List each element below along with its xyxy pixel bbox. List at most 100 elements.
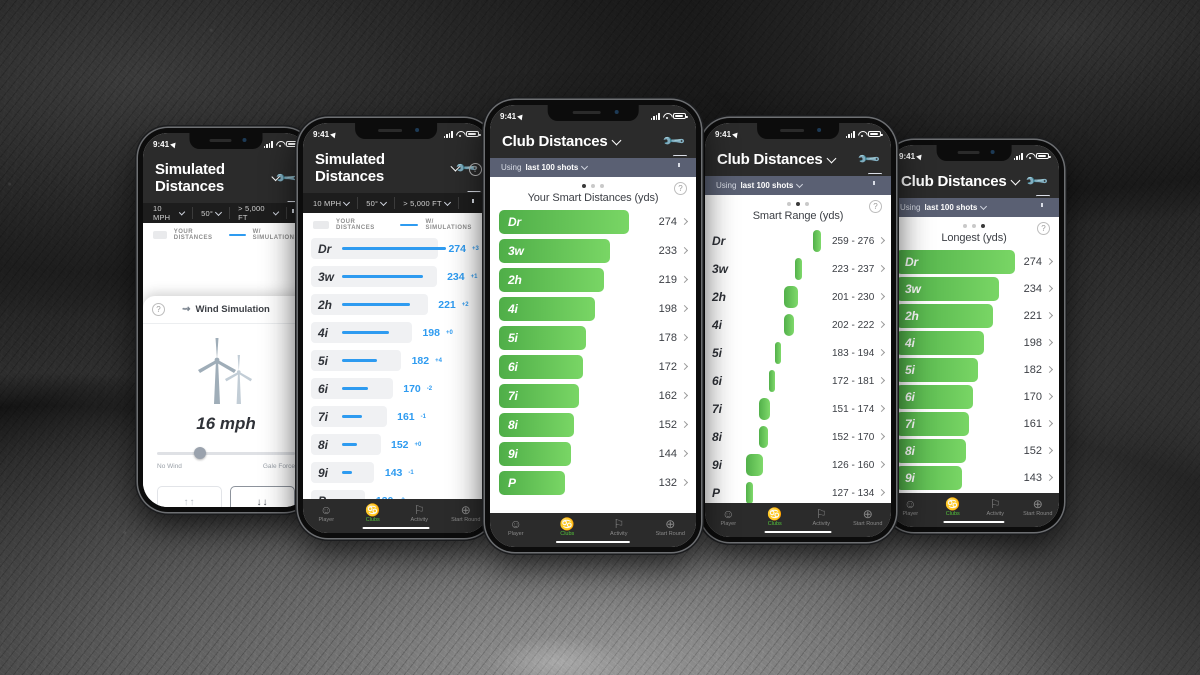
against-the-wind-button[interactable]: ↓↓ Against The Wind <box>230 486 295 507</box>
simulated-distance-row[interactable]: 2h 221 +2 <box>311 292 481 317</box>
smart-range-row[interactable]: 9i 126 - 160 <box>712 452 886 478</box>
chip-wind-speed[interactable]: 10 MPH <box>311 197 359 209</box>
chip-temperature[interactable]: 50° <box>358 197 396 209</box>
wind-speed-slider[interactable] <box>157 447 295 459</box>
page-dots[interactable]: ? <box>889 217 1059 235</box>
simulated-distance-row[interactable]: 7i 161 -1 <box>311 404 481 429</box>
filter-button[interactable] <box>467 199 481 208</box>
simulated-distance-row[interactable]: 3w 234 +1 <box>311 264 481 289</box>
club-distance-row[interactable]: 9i 144 <box>499 442 689 466</box>
tab-start-round[interactable]: ⊕ Start Round <box>443 504 490 523</box>
smart-range-row[interactable]: 7i 151 - 174 <box>712 396 886 422</box>
help-icon[interactable]: ? <box>152 303 165 316</box>
club-distance-row[interactable]: 3w 234 <box>896 277 1054 301</box>
smart-range-row[interactable]: 3w 223 - 237 <box>712 256 886 282</box>
smart-range-row[interactable]: 5i 183 - 194 <box>712 340 886 366</box>
simulated-distance-row[interactable]: Dr 274 +3 <box>311 236 481 261</box>
tab-clubs[interactable]: ♋ Clubs <box>932 498 975 517</box>
tab-activity[interactable]: ⚐ Activity <box>974 498 1017 517</box>
club-distance-row[interactable]: 5i 178 <box>499 326 689 350</box>
tab-bar: ☺ Player ♋ Clubs ⚐ Activity ⊕ Start Round <box>705 503 891 537</box>
smart-range-row[interactable]: 6i 172 - 181 <box>712 368 886 394</box>
tab-start-round[interactable]: ⊕ Start Round <box>645 518 697 537</box>
shots-filter-dropdown[interactable]: Using last 100 shots <box>900 202 988 212</box>
chip-wind-speed[interactable]: 10 MPH <box>151 204 194 222</box>
smart-range-row[interactable]: 8i 152 - 170 <box>712 424 886 450</box>
simulated-distance-row[interactable]: 9i 143 -1 <box>311 460 481 485</box>
plus-circle-icon: ⊕ <box>1032 497 1043 511</box>
tab-start-round[interactable]: ⊕ Start Round <box>1017 498 1060 517</box>
page-title: Longest (yds) <box>941 232 1007 244</box>
club-label: 8i <box>508 418 518 432</box>
page-dots[interactable]: ? <box>490 177 696 195</box>
club-distance-row[interactable]: Dr 274 <box>499 210 689 234</box>
club-distance-row[interactable]: 7i 161 <box>896 412 1054 436</box>
club-distance-row[interactable]: 2h 221 <box>896 304 1054 328</box>
club-distance-row[interactable]: 6i 170 <box>896 385 1054 409</box>
page-dots[interactable]: ? <box>705 195 891 213</box>
tab-player[interactable]: ☺ Player <box>705 508 752 527</box>
club-label: 3w <box>712 262 729 276</box>
club-distance-row[interactable]: 7i 162 <box>499 384 689 408</box>
club-label: 2h <box>712 290 727 304</box>
wrench-icon[interactable]: 🔧 <box>857 147 882 172</box>
club-distance-row[interactable]: 2h 219 <box>499 268 689 292</box>
simulated-distance-row[interactable]: 8i 152 +0 <box>311 432 481 457</box>
tab-player[interactable]: ☺ Player <box>490 518 542 537</box>
tab-player[interactable]: ☺ Player <box>303 504 350 523</box>
shots-filter-dropdown[interactable]: Using last 100 shots <box>501 162 589 172</box>
club-distance-row[interactable]: Dr 274 <box>896 250 1054 274</box>
club-distance-row[interactable]: 6i 172 <box>499 355 689 379</box>
with-the-wind-button[interactable]: ↑↑ With The Wind <box>157 486 222 507</box>
tab-activity[interactable]: ⚐ Activity <box>798 508 845 527</box>
club-distance-row[interactable]: 8i 152 <box>896 439 1054 463</box>
club-distance-row[interactable]: 5i 182 <box>896 358 1054 382</box>
tab-activity[interactable]: ⚐ Activity <box>396 504 443 523</box>
simulated-distance-row[interactable]: 5i 182 +4 <box>311 348 481 373</box>
filter-button[interactable] <box>868 181 880 190</box>
tab-start-round[interactable]: ⊕ Start Round <box>845 508 892 527</box>
tab-activity[interactable]: ⚐ Activity <box>593 518 645 537</box>
club-label: 2h <box>318 297 333 312</box>
club-distance-row[interactable]: 8i 152 <box>499 413 689 437</box>
club-distance-row[interactable]: 9i 143 <box>896 466 1054 490</box>
tab-clubs[interactable]: ♋ Clubs <box>542 518 594 537</box>
club-distance-row[interactable]: 4i 198 <box>499 297 689 321</box>
nav-title-dropdown[interactable]: Club Distances <box>717 151 837 168</box>
help-icon[interactable]: ? <box>1037 222 1050 235</box>
help-icon[interactable]: ? <box>674 182 687 195</box>
chip-altitude[interactable]: > 5,000 FT <box>230 204 287 222</box>
slider-min-label: No Wind <box>157 463 182 470</box>
club-distance-row[interactable]: 3w 233 <box>499 239 689 263</box>
help-icon[interactable]: ? <box>869 200 882 213</box>
content: ? ⇝ Wind Simulation 16 mph No Wind Gale … <box>143 244 309 507</box>
smart-range-row[interactable]: Dr 259 - 276 <box>712 228 886 254</box>
club-distance-row[interactable]: 4i 198 <box>896 331 1054 355</box>
nav-title-dropdown[interactable]: Simulated Distances <box>155 161 280 195</box>
club-distance-row[interactable]: P 132 <box>499 471 689 495</box>
chip-altitude[interactable]: > 5,000 FT <box>395 197 459 209</box>
tab-clubs[interactable]: ♋ Clubs <box>752 508 799 527</box>
range-track <box>738 314 828 336</box>
slider-knob[interactable] <box>194 447 207 459</box>
simulated-distance-row[interactable]: P130-2 <box>311 488 481 499</box>
simulated-distance-row[interactable]: 6i 170 -2 <box>311 376 481 401</box>
smart-range-row[interactable]: 2h 201 - 230 <box>712 284 886 310</box>
help-icon[interactable]: ? <box>469 163 482 176</box>
nav-title-dropdown[interactable]: Club Distances <box>901 173 1021 190</box>
tab-clubs[interactable]: ♋ Clubs <box>350 504 397 523</box>
filter-button[interactable] <box>673 163 685 172</box>
smart-range-row[interactable]: P 127 - 134 <box>712 480 886 503</box>
simulated-distance-row[interactable]: 4i 198 +0 <box>311 320 481 345</box>
filter-button[interactable] <box>1036 203 1048 212</box>
nav-title-dropdown[interactable]: Club Distances <box>502 133 622 150</box>
wrench-icon[interactable]: 🔧 <box>662 129 687 154</box>
wrench-icon[interactable]: 🔧 <box>275 165 300 190</box>
smart-range-row[interactable]: 4i 202 - 222 <box>712 312 886 338</box>
distance-delta: -2 <box>426 385 433 392</box>
simulation-line <box>342 331 389 334</box>
nav-title-dropdown[interactable]: Simulated Distances <box>315 151 460 185</box>
wrench-icon[interactable]: 🔧 <box>1025 169 1050 194</box>
chip-temperature[interactable]: 50° <box>193 207 231 219</box>
shots-filter-dropdown[interactable]: Using last 100 shots <box>716 180 804 190</box>
